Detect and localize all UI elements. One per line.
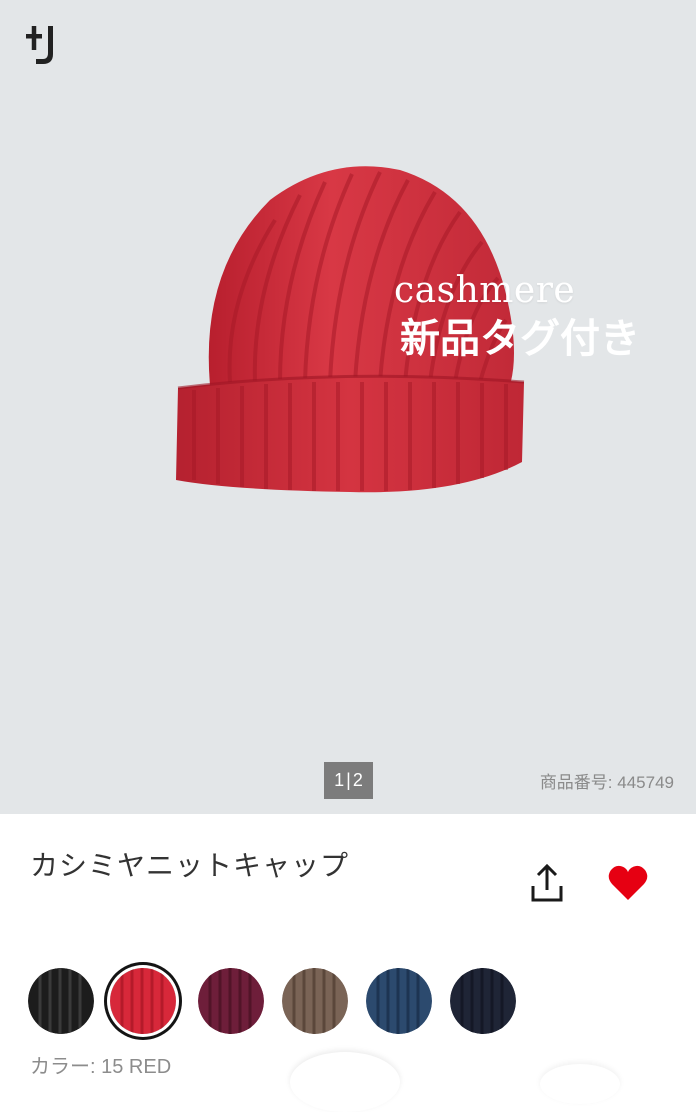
heart-icon[interactable] — [607, 864, 649, 902]
item-number: 商品番号: 445749 — [539, 773, 674, 792]
swatch-black-fill — [28, 968, 94, 1034]
swatch-brown-fill — [282, 968, 348, 1034]
bottom-floating-control-right[interactable] — [540, 1064, 620, 1104]
swatch-red[interactable] — [110, 968, 176, 1034]
swatch-blue-fill — [366, 968, 432, 1034]
color-swatches — [28, 966, 628, 1036]
pager-separator: | — [346, 770, 351, 790]
share-icon[interactable] — [527, 862, 567, 904]
selected-color-label: カラー: 15 RED — [30, 1056, 172, 1078]
swatch-brown[interactable] — [282, 968, 348, 1034]
bottom-floating-control[interactable] — [290, 1052, 400, 1112]
swatch-red-fill — [110, 968, 176, 1034]
swatch-black[interactable] — [28, 968, 94, 1034]
swatch-wine-fill — [198, 968, 264, 1034]
swatch-blue[interactable] — [366, 968, 432, 1034]
swatch-navy[interactable] — [450, 968, 516, 1034]
overlay-text-new-with-tags: 新品タグ付き — [400, 316, 640, 362]
pager-total: 2 — [352, 770, 363, 790]
brand-logo — [26, 26, 53, 64]
overlay-text-cashmere: cashmere — [394, 270, 576, 311]
product-image-area[interactable]: cashmere 新品タグ付き — [0, 0, 696, 698]
pager-current: 1 — [334, 770, 345, 790]
image-pager[interactable]: 1 | 2 — [324, 762, 373, 799]
product-title: カシミヤニットキャップ — [30, 849, 350, 882]
swatch-navy-fill — [450, 968, 516, 1034]
swatch-wine[interactable] — [198, 968, 264, 1034]
